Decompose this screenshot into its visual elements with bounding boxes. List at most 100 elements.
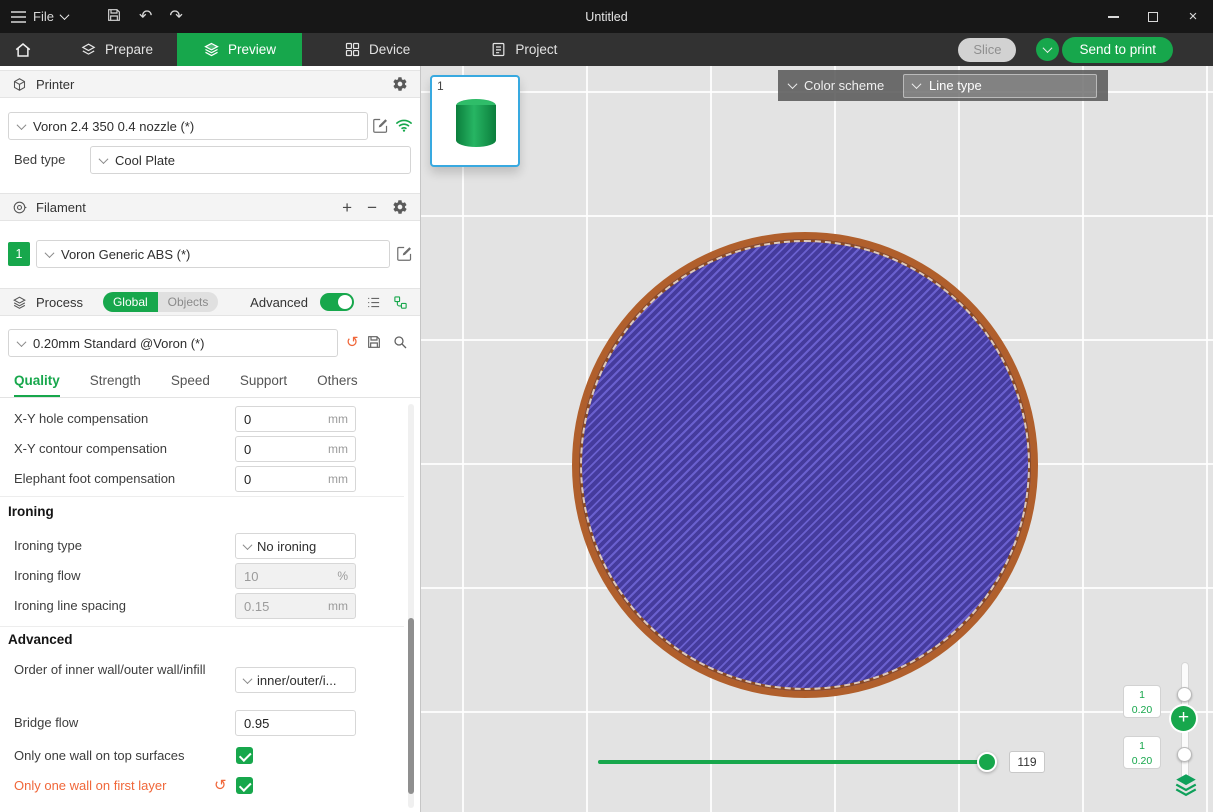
tab-project-label: Project xyxy=(515,42,557,57)
bridge-flow-input[interactable] xyxy=(236,716,355,731)
setting-label: Order of inner wall/outer wall/infill xyxy=(14,661,205,678)
layer-height: 0.20 xyxy=(1124,754,1160,769)
tab-support[interactable]: Support xyxy=(240,366,287,397)
scope-global-pill[interactable]: Global xyxy=(103,292,158,312)
tab-project[interactable]: Project xyxy=(470,33,577,66)
divider xyxy=(0,496,404,497)
printer-edit-icon[interactable] xyxy=(372,117,389,134)
tab-others[interactable]: Others xyxy=(317,366,358,397)
layer-number: 1 xyxy=(1124,739,1160,754)
search-icon[interactable] xyxy=(392,334,408,350)
ironing-type-select[interactable]: No ironing xyxy=(235,533,356,559)
object-process-graph-icon[interactable] xyxy=(393,295,408,310)
redo-icon[interactable]: ↷ xyxy=(169,9,182,25)
home-icon xyxy=(14,41,32,59)
preview-icon xyxy=(203,41,220,58)
process-preset-select[interactable]: 0.20mm Standard @Voron (*) xyxy=(8,329,338,357)
send-options-dropdown[interactable] xyxy=(1036,38,1059,61)
layer-slider-upper-handle[interactable] xyxy=(1177,687,1192,702)
setting-row: Ironing type No ironing xyxy=(0,533,420,559)
filament-preset-select[interactable]: Voron Generic ABS (*) xyxy=(36,240,390,268)
layers-view-icon[interactable] xyxy=(1173,771,1199,797)
sidebar-scrollbar-thumb[interactable] xyxy=(408,618,414,794)
settings-sidebar: Printer Voron 2.4 350 0.4 nozzle (*) Bed… xyxy=(0,66,421,812)
wall-order-select[interactable]: inner/outer/i... xyxy=(235,667,356,693)
printer-wifi-icon[interactable] xyxy=(395,116,413,134)
filament-settings-gear-icon[interactable] xyxy=(392,199,408,215)
printer-settings-gear-icon[interactable] xyxy=(392,76,408,92)
setting-label: Bridge flow xyxy=(14,710,78,736)
maximize-button[interactable] xyxy=(1133,0,1173,33)
filament-section-header: Filament + − xyxy=(0,193,420,221)
bed-type-value: Cool Plate xyxy=(115,153,175,168)
layer-slider-lower-badge: 1 0.20 xyxy=(1123,736,1161,769)
process-scope-switch[interactable]: Global Objects xyxy=(103,292,218,312)
remove-filament-button[interactable]: − xyxy=(367,199,377,216)
setting-row: Elephant foot compensation mm xyxy=(0,466,420,492)
add-pause-or-color-change-button[interactable]: + xyxy=(1171,706,1196,731)
move-slider-handle[interactable] xyxy=(977,752,997,772)
tab-speed[interactable]: Speed xyxy=(171,366,210,397)
prepare-icon xyxy=(80,41,97,58)
only-one-wall-first-layer-checkbox[interactable] xyxy=(236,777,253,794)
maximize-icon xyxy=(1148,12,1158,22)
ironing-flow-input[interactable] xyxy=(236,569,334,584)
only-one-wall-top-checkbox[interactable] xyxy=(236,747,253,764)
save-button[interactable] xyxy=(106,7,122,27)
elephant-foot-compensation-input[interactable] xyxy=(236,472,325,487)
scope-objects-pill[interactable]: Objects xyxy=(158,292,219,312)
printer-preset-select[interactable]: Voron 2.4 350 0.4 nozzle (*) xyxy=(8,112,368,140)
process-section-label: Process xyxy=(36,295,83,310)
advanced-mode-toggle[interactable] xyxy=(320,293,354,311)
line-type-select[interactable]: Line type xyxy=(903,74,1097,98)
minimize-button[interactable] xyxy=(1093,0,1133,33)
color-scheme-dropdown[interactable]: Color scheme xyxy=(804,78,884,93)
setting-label: Elephant foot compensation xyxy=(14,466,175,492)
parameter-table-icon[interactable] xyxy=(366,295,381,310)
filament-edit-icon[interactable] xyxy=(396,245,413,262)
tab-home[interactable] xyxy=(0,33,46,66)
undo-icon[interactable]: ↶ xyxy=(139,9,152,25)
close-button[interactable]: × xyxy=(1173,0,1213,33)
tab-preview[interactable]: Preview xyxy=(177,33,302,66)
bed-type-label: Bed type xyxy=(14,146,65,174)
save-preset-icon[interactable] xyxy=(366,334,382,350)
model-cylinder xyxy=(456,105,496,147)
device-icon xyxy=(344,41,361,58)
tab-quality[interactable]: Quality xyxy=(14,366,60,397)
tab-prepare[interactable]: Prepare xyxy=(60,33,173,66)
printer-icon xyxy=(12,77,27,92)
add-filament-button[interactable]: + xyxy=(342,199,352,216)
minimize-icon xyxy=(1108,16,1119,18)
layer-slider-lower-handle[interactable] xyxy=(1177,747,1192,762)
unit-label: mm xyxy=(325,472,355,486)
reset-setting-icon[interactable]: ↺ xyxy=(214,778,227,793)
send-to-print-button[interactable]: Send to print xyxy=(1062,37,1173,63)
reset-preset-icon[interactable]: ↺ xyxy=(346,335,359,350)
layer-slider-upper-badge: 1 0.20 xyxy=(1123,685,1161,718)
layer-number: 1 xyxy=(1124,688,1160,703)
bed-type-select[interactable]: Cool Plate xyxy=(90,146,411,174)
sliced-layer-top-view[interactable] xyxy=(572,232,1038,698)
preview-viewport[interactable]: 1 Color scheme Line type 1 0.20 + 1 0.20… xyxy=(421,66,1213,812)
tab-device[interactable]: Device xyxy=(324,33,430,66)
setting-row: Order of inner wall/outer wall/infill in… xyxy=(0,659,420,699)
filament-slot-badge[interactable]: 1 xyxy=(8,242,30,266)
setting-row: Only one wall on top surfaces xyxy=(0,743,420,769)
view-options-bar: Color scheme Line type xyxy=(778,70,1108,101)
move-slider-track[interactable] xyxy=(598,760,987,764)
process-preset-value: 0.20mm Standard @Voron (*) xyxy=(33,336,204,351)
slice-button[interactable]: Slice xyxy=(958,38,1016,62)
xy-contour-compensation-input[interactable] xyxy=(236,442,325,457)
unit-label: % xyxy=(334,569,355,583)
plate-thumbnail[interactable]: 1 xyxy=(430,75,520,167)
xy-hole-compensation-input[interactable] xyxy=(236,412,325,427)
project-icon xyxy=(490,41,507,58)
setting-row: X-Y contour compensation mm xyxy=(0,436,420,462)
file-menu[interactable]: File xyxy=(0,9,68,24)
printer-section-header: Printer xyxy=(0,70,420,98)
chevron-down-icon xyxy=(17,337,27,347)
divider xyxy=(0,626,404,627)
ironing-line-spacing-input[interactable] xyxy=(236,599,325,614)
tab-strength[interactable]: Strength xyxy=(90,366,141,397)
